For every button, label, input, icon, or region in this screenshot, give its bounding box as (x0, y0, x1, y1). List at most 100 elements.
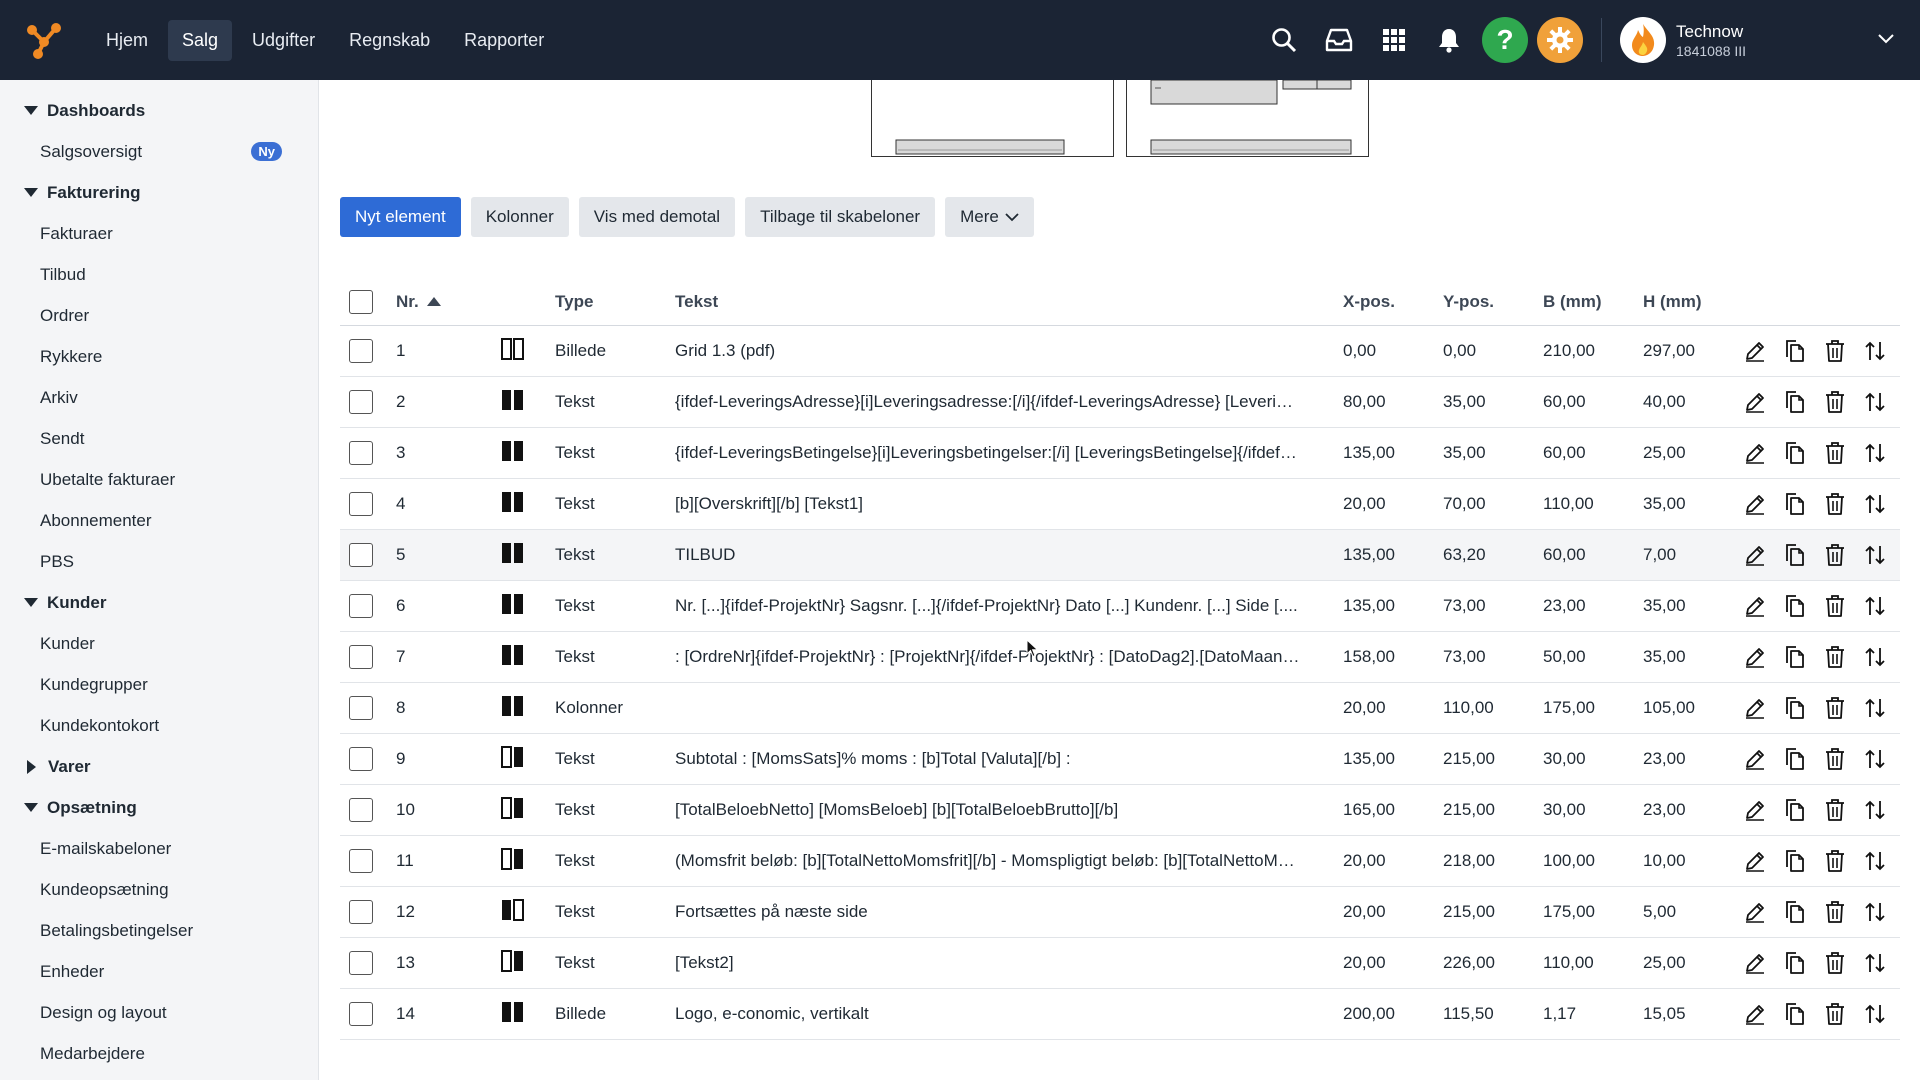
move-icon[interactable] (1863, 951, 1887, 975)
table-row[interactable]: 14 Billede Logo, e-conomic, vertikalt 200,0… (340, 989, 1900, 1040)
table-row[interactable]: 13 Tekst [Tekst2] 20,00 226,00 110,00 25,00 (340, 938, 1900, 989)
column-header-text[interactable]: Tekst (675, 292, 1343, 312)
edit-icon[interactable] (1743, 390, 1767, 414)
row-checkbox[interactable] (349, 492, 373, 516)
edit-icon[interactable] (1743, 492, 1767, 516)
column-header-type[interactable]: Type (555, 292, 675, 312)
row-checkbox[interactable] (349, 543, 373, 567)
copy-icon[interactable] (1783, 798, 1807, 822)
search-icon[interactable] (1262, 18, 1306, 62)
sidebar-item-design-og-layout[interactable]: Design og layout (0, 992, 318, 1033)
copy-icon[interactable] (1783, 339, 1807, 363)
edit-icon[interactable] (1743, 543, 1767, 567)
table-row[interactable]: 8 Kolonner 20,00 110,00 175,00 105,00 (340, 683, 1900, 734)
column-header-nr[interactable]: Nr. (396, 292, 501, 312)
new-element-button[interactable]: Nyt element (340, 197, 461, 237)
table-row[interactable]: 9 Tekst Subtotal : [MomsSats]% moms : [b]T… (340, 734, 1900, 785)
delete-icon[interactable] (1823, 645, 1847, 669)
table-row[interactable]: 10 Tekst [TotalBeloebNetto] [MomsBeloeb] [… (340, 785, 1900, 836)
row-checkbox[interactable] (349, 645, 373, 669)
delete-icon[interactable] (1823, 696, 1847, 720)
sidebar-item-rykkere[interactable]: Rykkere (0, 336, 318, 377)
delete-icon[interactable] (1823, 492, 1847, 516)
table-row[interactable]: 6 Tekst Nr. [...]{ifdef-ProjektNr} Sagsnr.… (340, 581, 1900, 632)
back-to-templates-button[interactable]: Tilbage til skabeloner (745, 197, 936, 237)
sidebar-item-enheder[interactable]: Enheder (0, 951, 318, 992)
chevron-down-icon[interactable] (1878, 31, 1894, 49)
table-row[interactable]: 3 Tekst {ifdef-LeveringsBetingelse}[i]Leve… (340, 428, 1900, 479)
delete-icon[interactable] (1823, 441, 1847, 465)
move-icon[interactable] (1863, 543, 1887, 567)
table-row[interactable]: 11 Tekst (Momsfrit beløb: [b][TotalNettoMo… (340, 836, 1900, 887)
delete-icon[interactable] (1823, 390, 1847, 414)
delete-icon[interactable] (1823, 594, 1847, 618)
help-icon[interactable]: ? (1482, 17, 1528, 63)
copy-icon[interactable] (1783, 441, 1807, 465)
sidebar-group-dashboards[interactable]: Dashboards (0, 90, 318, 131)
copy-icon[interactable] (1783, 594, 1807, 618)
sidebar-item-betalingsbetingelser[interactable]: Betalingsbetingelser (0, 910, 318, 951)
copy-icon[interactable] (1783, 492, 1807, 516)
columns-button[interactable]: Kolonner (470, 197, 569, 237)
row-checkbox[interactable] (349, 951, 373, 975)
edit-icon[interactable] (1743, 441, 1767, 465)
sidebar-item-ubetalte-fakturaer[interactable]: Ubetalte fakturaer (0, 459, 318, 500)
show-demo-button[interactable]: Vis med demotal (578, 197, 736, 237)
sidebar-item-medarbejdere[interactable]: Medarbejdere (0, 1033, 318, 1074)
sidebar-item-ordrer[interactable]: Ordrer (0, 295, 318, 336)
sidebar-group-opsaetning[interactable]: Opsætning (0, 787, 318, 828)
move-icon[interactable] (1863, 594, 1887, 618)
sidebar-group-varer[interactable]: Varer (0, 746, 318, 787)
copy-icon[interactable] (1783, 849, 1807, 873)
sidebar-item-sendt[interactable]: Sendt (0, 418, 318, 459)
app-logo[interactable] (22, 18, 66, 62)
sidebar-item-pbs[interactable]: PBS (0, 541, 318, 582)
inbox-icon[interactable] (1317, 18, 1361, 62)
copy-icon[interactable] (1783, 543, 1807, 567)
sidebar-item-abonnementer[interactable]: Abonnementer (0, 500, 318, 541)
table-row[interactable]: 4 Tekst [b][Overskrift][/b] [Tekst1] 20,00 7… (340, 479, 1900, 530)
edit-icon[interactable] (1743, 594, 1767, 618)
gear-icon[interactable] (1537, 17, 1583, 63)
copy-icon[interactable] (1783, 1002, 1807, 1026)
edit-icon[interactable] (1743, 849, 1767, 873)
move-icon[interactable] (1863, 441, 1887, 465)
copy-icon[interactable] (1783, 645, 1807, 669)
delete-icon[interactable] (1823, 747, 1847, 771)
row-checkbox[interactable] (349, 390, 373, 414)
sidebar-item-kundegrupper[interactable]: Kundegrupper (0, 664, 318, 705)
table-row[interactable]: 1 Billede Grid 1.3 (pdf) 0,00 0,00 210,00 297,… (340, 326, 1900, 377)
nav-udgifter[interactable]: Udgifter (238, 20, 329, 61)
delete-icon[interactable] (1823, 543, 1847, 567)
row-checkbox[interactable] (349, 798, 373, 822)
sidebar-item-kunder[interactable]: Kunder (0, 623, 318, 664)
sidebar-item-e-mailskabeloner[interactable]: E-mailskabeloner (0, 828, 318, 869)
move-icon[interactable] (1863, 492, 1887, 516)
move-icon[interactable] (1863, 390, 1887, 414)
layout-preview-page-1[interactable] (871, 80, 1114, 157)
sidebar-item-fakturaer[interactable]: Fakturaer (0, 213, 318, 254)
move-icon[interactable] (1863, 696, 1887, 720)
table-row[interactable]: 2 Tekst {ifdef-LeveringsAdresse}[i]Leverin… (340, 377, 1900, 428)
copy-icon[interactable] (1783, 951, 1807, 975)
move-icon[interactable] (1863, 900, 1887, 924)
sidebar-item-kundeopsaetning[interactable]: Kundeopsætning (0, 869, 318, 910)
nav-regnskab[interactable]: Regnskab (335, 20, 444, 61)
row-checkbox[interactable] (349, 696, 373, 720)
move-icon[interactable] (1863, 339, 1887, 363)
edit-icon[interactable] (1743, 339, 1767, 363)
row-checkbox[interactable] (349, 594, 373, 618)
move-icon[interactable] (1863, 798, 1887, 822)
delete-icon[interactable] (1823, 951, 1847, 975)
sidebar-item-arkiv[interactable]: Arkiv (0, 377, 318, 418)
select-all-checkbox[interactable] (349, 289, 373, 314)
edit-icon[interactable] (1743, 747, 1767, 771)
sidebar-item-tilbud[interactable]: Tilbud (0, 254, 318, 295)
delete-icon[interactable] (1823, 1002, 1847, 1026)
column-header-x[interactable]: X-pos. (1343, 292, 1443, 312)
sidebar-group-kunder[interactable]: Kunder (0, 582, 318, 623)
sidebar-item-kundekontokort[interactable]: Kundekontokort (0, 705, 318, 746)
column-header-h[interactable]: H (mm) (1643, 292, 1743, 312)
apps-grid-icon[interactable] (1372, 18, 1416, 62)
delete-icon[interactable] (1823, 900, 1847, 924)
